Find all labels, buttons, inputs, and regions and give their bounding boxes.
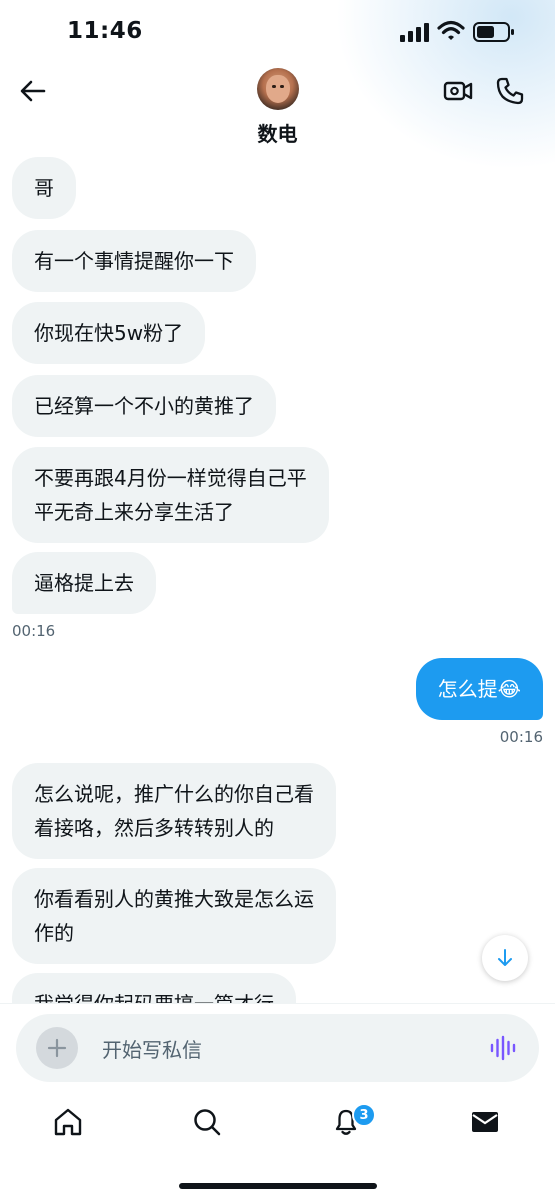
status-time: 11:46: [67, 18, 143, 44]
message-bubble[interactable]: 有一个事情提醒你一下: [12, 230, 256, 292]
battery-icon: [473, 22, 514, 42]
avatar-eye-right: [280, 85, 284, 88]
home-indicator[interactable]: [179, 1183, 377, 1189]
message-line: 你看看别人的黄推大致是怎么运: [34, 887, 314, 911]
video-camera-icon: [443, 81, 473, 101]
message-input[interactable]: 开始写私信: [102, 1034, 202, 1063]
status-bar: 11:46: [0, 0, 555, 170]
message-line: 平无奇上来分享生活了: [34, 500, 234, 524]
avatar-face: [266, 75, 290, 103]
message-line: 着接咯，然后多转转别人的: [34, 816, 274, 840]
message-bubble[interactable]: 不要再跟4月份一样觉得自己平 平无奇上来分享生活了: [12, 447, 329, 543]
message-bubble[interactable]: 你现在快5w粉了: [12, 302, 206, 364]
home-icon: [54, 1108, 82, 1136]
message-bubble[interactable]: 逼格提上去: [12, 552, 156, 614]
arrow-down-icon: [498, 949, 512, 966]
message-composer[interactable]: 开始写私信: [16, 1014, 539, 1082]
video-call-button[interactable]: [441, 74, 475, 108]
message-bubble[interactable]: 已经算一个不小的黄推了: [12, 375, 276, 437]
tab-messages[interactable]: [468, 1105, 502, 1139]
conversation-header: 数电: [0, 60, 555, 150]
tab-home[interactable]: [51, 1105, 85, 1139]
contact-avatar[interactable]: [257, 68, 299, 110]
wifi-icon: [437, 20, 465, 40]
cellular-signal-icon: [400, 23, 429, 42]
avatar-eye-left: [272, 85, 276, 88]
contact-name[interactable]: 数电: [0, 118, 555, 147]
message-list[interactable]: 哥 有一个事情提醒你一下 你现在快5w粉了 已经算一个不小的黄推了 不要再跟4月…: [0, 150, 555, 1003]
scroll-to-bottom-button[interactable]: [482, 935, 528, 981]
notifications-badge: 3: [352, 1103, 376, 1127]
bottom-tab-bar: [0, 1100, 555, 1150]
add-media-button[interactable]: [36, 1027, 78, 1069]
message-line: 不要再跟4月份一样觉得自己平: [34, 466, 307, 490]
message-bubble[interactable]: 哥: [12, 157, 76, 219]
message-bubble[interactable]: 你看看别人的黄推大致是怎么运 作的: [12, 868, 336, 964]
message-bubble-sent[interactable]: 怎么提😂: [415, 658, 543, 720]
back-button[interactable]: [16, 74, 50, 108]
phone-icon: [496, 77, 524, 105]
composer-divider: [0, 1003, 555, 1004]
message-bubble[interactable]: 我觉得你起码要搞一篇才行: [12, 973, 296, 1003]
voice-message-icon[interactable]: [489, 1034, 517, 1062]
tab-search[interactable]: [190, 1105, 224, 1139]
message-bubble[interactable]: 怎么说呢，推广什么的你自己看 着接咯，然后多转转别人的: [12, 763, 336, 859]
message-timestamp: 00:16: [499, 728, 543, 746]
search-icon: [194, 1109, 221, 1136]
message-line: 作的: [34, 921, 74, 945]
message-line: 怎么说呢，推广什么的你自己看: [34, 782, 314, 806]
arrow-left-icon: [20, 80, 46, 102]
voice-call-button[interactable]: [493, 74, 527, 108]
plus-icon: [47, 1038, 67, 1058]
envelope-icon: [472, 1112, 498, 1132]
message-timestamp: 00:16: [12, 622, 56, 640]
